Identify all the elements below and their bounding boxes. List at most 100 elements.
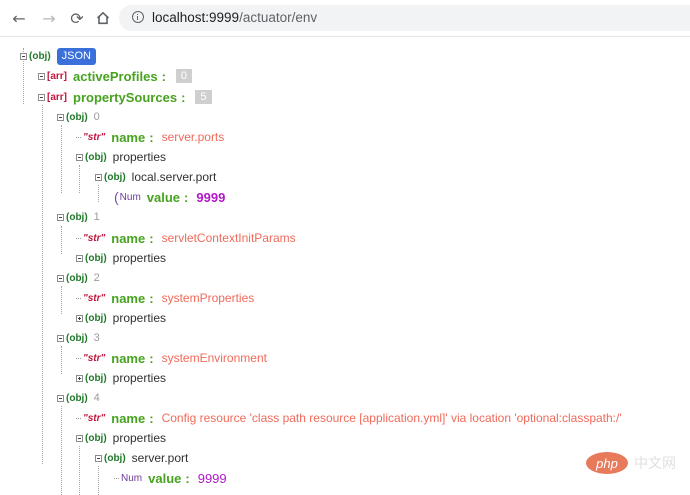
- forward-button[interactable]: →: [39, 8, 59, 28]
- tree-node-server-port[interactable]: (obj) server.port: [95, 450, 188, 466]
- collapse-toggle[interactable]: [57, 274, 64, 282]
- reload-icon: ⟳: [70, 8, 84, 28]
- collapse-toggle[interactable]: [95, 173, 102, 181]
- reload-button[interactable]: ⟳: [67, 8, 87, 28]
- collapse-toggle[interactable]: [38, 93, 45, 101]
- tree-guide-line: [42, 105, 43, 464]
- root-json-badge[interactable]: JSON: [56, 47, 96, 65]
- tree-node-value[interactable]: Num value : 9999: [114, 470, 227, 486]
- tree-guide-line: [61, 346, 62, 374]
- collapse-toggle[interactable]: [95, 454, 102, 462]
- tree-node-name[interactable]: "str" name : Config resource 'class path…: [76, 410, 622, 426]
- expand-toggle[interactable]: [76, 374, 83, 382]
- home-icon: [96, 11, 110, 25]
- address-bar[interactable]: localhost:9999/actuator/env: [119, 5, 690, 31]
- type-tag-str: "str": [83, 232, 106, 244]
- type-tag-obj: (obj): [66, 392, 88, 404]
- key-properties: properties: [112, 431, 167, 445]
- collapse-toggle[interactable]: [20, 52, 27, 60]
- type-tag-obj: (obj): [66, 211, 88, 223]
- back-button[interactable]: ←: [9, 8, 29, 28]
- key-name: name: [111, 230, 146, 246]
- key-active-profiles: activeProfiles: [73, 68, 158, 84]
- colon: :: [149, 129, 154, 145]
- type-tag-obj: (obj): [66, 111, 88, 123]
- brace-glyph: (: [114, 189, 119, 205]
- tree-node-property-sources[interactable]: [arr] propertySources : 5: [38, 89, 212, 105]
- tree-node-source-3[interactable]: (obj) 3: [57, 330, 100, 346]
- type-tag-num: Num: [121, 472, 143, 484]
- arrow-left-icon: ←: [12, 8, 26, 28]
- type-tag-arr: [arr]: [47, 91, 68, 103]
- tree-guide-line: [79, 165, 80, 193]
- tree-node-properties[interactable]: (obj) properties: [76, 430, 166, 446]
- collapse-toggle[interactable]: [57, 334, 64, 342]
- type-tag-str: "str": [83, 131, 106, 143]
- tree-node-properties[interactable]: (obj) properties: [76, 149, 166, 165]
- type-tag-obj: (obj): [85, 151, 107, 163]
- type-tag-obj: (obj): [104, 171, 126, 183]
- colon: :: [184, 189, 189, 205]
- tree-connector: [114, 477, 119, 479]
- key-properties: properties: [112, 311, 167, 325]
- type-tag-obj: (obj): [85, 432, 107, 444]
- collapse-toggle[interactable]: [57, 113, 64, 121]
- key-value: value: [148, 470, 182, 486]
- tree-node-source-4[interactable]: (obj) 4: [57, 390, 100, 406]
- expand-toggle[interactable]: [76, 314, 83, 322]
- tree-node-name[interactable]: "str" name : systemProperties: [76, 290, 254, 306]
- tree-guide-line: [61, 286, 62, 314]
- tree-connector: [76, 417, 81, 419]
- collapse-toggle[interactable]: [76, 434, 83, 442]
- collapse-toggle[interactable]: [57, 394, 64, 402]
- array-index: 2: [93, 272, 100, 284]
- tree-guide-line: [61, 125, 62, 193]
- tree-node-local-server-port[interactable]: (obj) local.server.port: [95, 169, 216, 185]
- colon: :: [149, 290, 154, 306]
- key-local-server-port: local.server.port: [131, 170, 217, 184]
- tree-guide-line: [98, 466, 99, 495]
- collapse-toggle[interactable]: [76, 153, 83, 161]
- tree-node-name[interactable]: "str" name : server.ports: [76, 129, 224, 145]
- key-name: name: [111, 410, 146, 426]
- tree-node-name[interactable]: "str" name : servletContextInitParams: [76, 230, 296, 246]
- tree-node-source-2[interactable]: (obj) 2: [57, 270, 100, 286]
- key-properties: properties: [112, 251, 167, 265]
- tree-node-properties[interactable]: (obj) properties: [76, 250, 166, 266]
- tree-node-source-0[interactable]: (obj) 0: [57, 109, 100, 125]
- collapse-toggle[interactable]: [57, 213, 64, 221]
- tree-node-active-profiles[interactable]: [arr] activeProfiles : 0: [38, 68, 193, 84]
- url-host: localhost:9999: [152, 10, 240, 25]
- type-tag-obj: (obj): [85, 312, 107, 324]
- tree-node-value[interactable]: ( Num value : 9999: [114, 189, 225, 205]
- home-button[interactable]: [93, 8, 113, 28]
- arrow-right-icon: →: [42, 8, 56, 28]
- tree-guide-line: [98, 185, 99, 202]
- collapse-toggle[interactable]: [76, 254, 83, 262]
- colon: :: [149, 410, 154, 426]
- tree-node-name[interactable]: "str" name : systemEnvironment: [76, 350, 267, 366]
- key-properties: properties: [112, 150, 167, 164]
- php-watermark: php 中文网: [586, 452, 676, 474]
- key-name: name: [111, 290, 146, 306]
- tree-node-properties[interactable]: (obj) properties: [76, 370, 166, 386]
- tree-root[interactable]: (obj) JSON: [20, 47, 96, 65]
- collapse-toggle[interactable]: [38, 72, 45, 80]
- browser-toolbar: ← → ⟳ localhost:9999/actuator/env: [0, 0, 690, 37]
- array-index: 1: [93, 211, 100, 223]
- type-tag-num: Num: [119, 191, 141, 203]
- info-icon[interactable]: [132, 11, 144, 23]
- type-tag-obj: (obj): [29, 50, 51, 62]
- tree-guide-line: [61, 406, 62, 495]
- tree-guide-line: [61, 226, 62, 254]
- tree-node-properties[interactable]: (obj) properties: [76, 310, 166, 326]
- type-tag-arr: [arr]: [47, 70, 68, 82]
- type-tag-obj: (obj): [85, 252, 107, 264]
- key-name: name: [111, 350, 146, 366]
- array-count-badge: 5: [195, 90, 212, 104]
- colon: :: [149, 350, 154, 366]
- tree-node-source-1[interactable]: (obj) 1: [57, 209, 100, 225]
- string-value: Config resource 'class path resource [ap…: [161, 411, 622, 425]
- url-text: localhost:9999/actuator/env: [152, 10, 317, 25]
- type-tag-str: "str": [83, 412, 106, 424]
